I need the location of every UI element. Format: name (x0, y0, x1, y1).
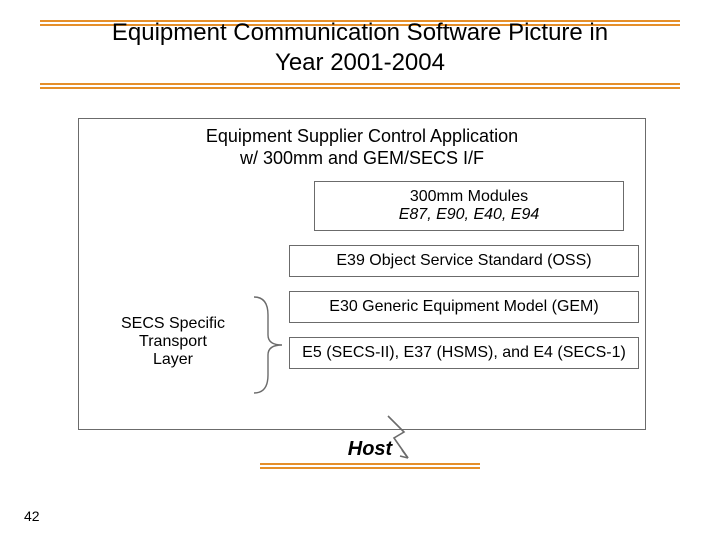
supplier-line1: Equipment Supplier Control Application (79, 125, 645, 147)
host-rule-2 (260, 467, 480, 469)
modules-box: 300mm Modules E87, E90, E40, E94 (314, 181, 624, 231)
secs-line1: SECS Specific (121, 315, 225, 333)
slide-title: Equipment Communication Software Picture… (40, 18, 680, 78)
lightning-icon (378, 414, 414, 460)
right-stack: 300mm Modules E87, E90, E40, E94 E39 Obj… (289, 181, 639, 383)
page-number: 42 (24, 508, 40, 524)
secs-transport-box: SECS Specific Transport Layer (107, 307, 239, 377)
secs-line2: Transport (121, 333, 225, 351)
brace-icon (244, 295, 288, 395)
modules-line1: 300mm Modules (319, 188, 619, 206)
modules-line2: E87, E90, E40, E94 (319, 206, 619, 224)
host-rule-1 (260, 463, 480, 465)
title-rule-bottom (40, 83, 680, 85)
host-area: Host (260, 438, 480, 471)
title-rule-bottom2 (40, 87, 680, 89)
supplier-header: Equipment Supplier Control Application w… (79, 125, 645, 169)
supplier-line2: w/ 300mm and GEM/SECS I/F (79, 147, 645, 169)
e5-box: E5 (SECS-II), E37 (HSMS), and E4 (SECS-1… (289, 337, 639, 369)
e30-box: E30 Generic Equipment Model (GEM) (289, 291, 639, 323)
title-line1: Equipment Communication Software Picture… (40, 18, 680, 48)
secs-line3: Layer (121, 351, 225, 369)
e39-box: E39 Object Service Standard (OSS) (289, 245, 639, 277)
outer-box: Equipment Supplier Control Application w… (78, 118, 646, 430)
title-line2: Year 2001-2004 (40, 48, 680, 78)
